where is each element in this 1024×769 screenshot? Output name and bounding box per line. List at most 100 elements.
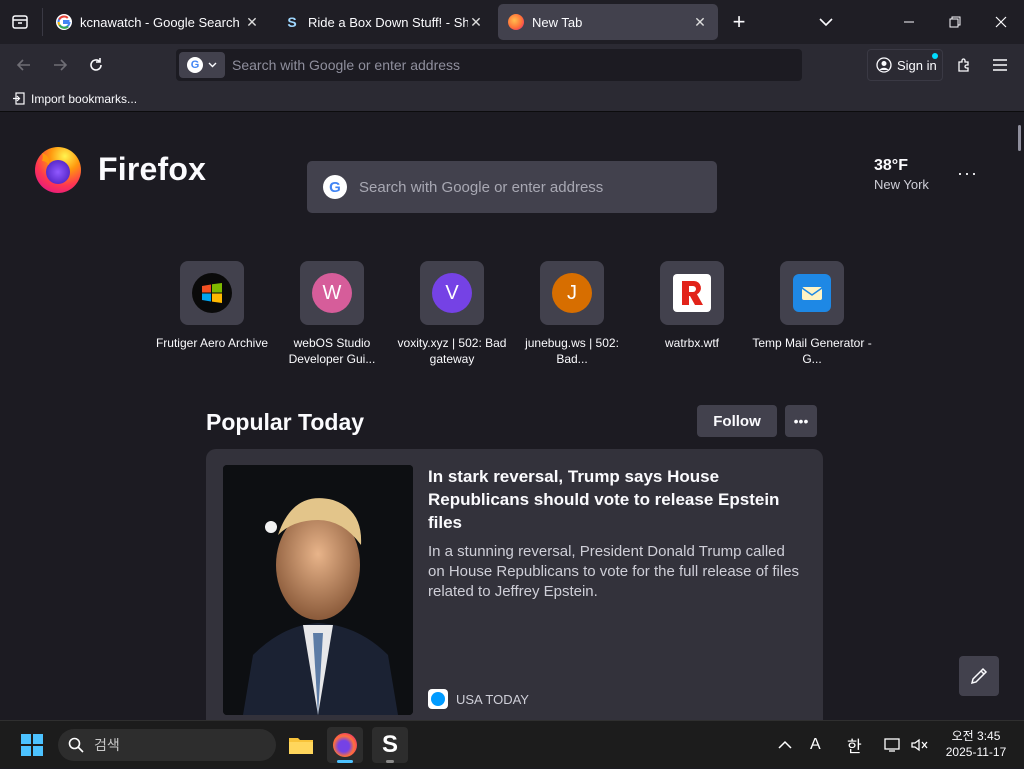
shortcut-tile[interactable]: V voxity.xyz | 502: Bad gateway bbox=[392, 261, 512, 367]
network-icon[interactable] bbox=[884, 721, 902, 769]
new-tab-button[interactable]: + bbox=[717, 0, 761, 44]
notification-dot bbox=[932, 53, 938, 59]
chevron-up-icon bbox=[778, 740, 792, 749]
shortcut-tile[interactable]: watrbx.wtf bbox=[632, 261, 752, 351]
show-hidden-icons-button[interactable] bbox=[778, 721, 792, 769]
app-menu-button[interactable] bbox=[986, 51, 1014, 79]
new-tab-search[interactable]: G Search with Google or enter address bbox=[307, 161, 717, 213]
roblox-r-icon bbox=[673, 274, 711, 312]
import-icon bbox=[13, 92, 25, 105]
navigation-toolbar: G Search with Google or enter address Si… bbox=[0, 44, 1024, 86]
tab-kcnawatch[interactable]: kcnawatch - Google Search ✕ bbox=[46, 4, 270, 40]
google-icon bbox=[56, 14, 72, 30]
back-button[interactable] bbox=[10, 51, 38, 79]
tab-title: kcnawatch - Google Search bbox=[80, 14, 240, 30]
taskbar-app-s[interactable]: S bbox=[372, 727, 408, 763]
tab-divider bbox=[42, 8, 43, 36]
bookmarks-toolbar: Import bookmarks... bbox=[0, 86, 1024, 112]
shortcut-icon-frame bbox=[180, 261, 244, 325]
url-input[interactable]: Search with Google or enter address bbox=[232, 57, 460, 73]
shortcut-tile[interactable]: Temp Mail Generator - G... bbox=[752, 261, 872, 367]
customize-button[interactable] bbox=[959, 656, 999, 696]
personalize-menu-button[interactable]: ··· bbox=[957, 163, 978, 184]
close-window-button[interactable] bbox=[978, 0, 1024, 44]
firefox-logo: Firefox bbox=[32, 143, 206, 195]
ellipsis-icon: ··· bbox=[957, 163, 978, 183]
shortcut-tile[interactable]: Frutiger Aero Archive bbox=[152, 261, 272, 351]
app-indicator bbox=[386, 760, 394, 763]
shortcut-label: voxity.xyz | 502: Bad gateway bbox=[397, 336, 507, 366]
shortcut-icon-frame bbox=[660, 261, 724, 325]
account-icon bbox=[876, 57, 892, 73]
forward-button[interactable] bbox=[46, 51, 74, 79]
new-tab-search-input[interactable]: Search with Google or enter address bbox=[359, 179, 603, 196]
mail-icon bbox=[793, 274, 831, 312]
input-mode-a[interactable]: A bbox=[810, 721, 821, 769]
scrollbar-thumb[interactable] bbox=[1018, 125, 1021, 151]
shortcut-label: watrbx.wtf bbox=[664, 336, 719, 350]
plus-icon: + bbox=[732, 9, 746, 34]
close-tab-icon[interactable]: ✕ bbox=[692, 14, 708, 31]
brand-wordmark: Firefox bbox=[98, 150, 207, 187]
s-logo-icon: S bbox=[381, 731, 398, 758]
section-title: Popular Today bbox=[206, 409, 365, 435]
pencil-icon bbox=[970, 667, 988, 685]
weather-temperature: 38°F bbox=[874, 157, 908, 174]
story-headline[interactable]: In stark reversal, Trump says House Repu… bbox=[428, 465, 798, 534]
story-source-label: USA TODAY bbox=[456, 691, 529, 707]
shortcut-label: Temp Mail Generator - G... bbox=[752, 336, 872, 366]
taskbar-file-explorer[interactable] bbox=[283, 727, 319, 763]
reload-icon bbox=[90, 58, 102, 71]
search-engine-selector[interactable]: G bbox=[179, 52, 225, 78]
chevron-down-icon bbox=[819, 18, 833, 27]
story-card[interactable]: In stark reversal, Trump says House Repu… bbox=[206, 449, 823, 720]
weather-city: New York bbox=[874, 177, 929, 192]
tab-ride-a-box[interactable]: S Ride a Box Down Stuff! - Shklu ✕ bbox=[274, 4, 494, 40]
reload-button[interactable] bbox=[82, 51, 110, 79]
tab-new-tab[interactable]: New Tab ✕ bbox=[498, 4, 718, 40]
start-button[interactable] bbox=[14, 727, 50, 763]
minimize-icon bbox=[904, 21, 914, 23]
system-clock[interactable]: 오전 3:45 2025-11-17 bbox=[936, 728, 1016, 760]
weather-widget[interactable]: 38°F New York bbox=[874, 157, 929, 192]
close-tab-icon[interactable]: ✕ bbox=[244, 14, 260, 31]
input-mode-han[interactable]: 한 bbox=[847, 721, 862, 769]
follow-button[interactable]: Follow bbox=[697, 405, 777, 437]
letter-avatar-icon: W bbox=[312, 273, 352, 313]
taskbar-firefox[interactable] bbox=[327, 727, 363, 763]
windows-flag-icon bbox=[192, 273, 232, 313]
story-image bbox=[223, 465, 413, 715]
new-tab-page: Firefox G Search with Google or enter ad… bbox=[0, 113, 1024, 720]
active-app-indicator bbox=[337, 760, 353, 763]
sign-in-label: Sign in bbox=[897, 57, 937, 73]
close-tab-icon[interactable]: ✕ bbox=[468, 14, 484, 31]
letter-avatar-icon: J bbox=[552, 273, 592, 313]
firefox-icon bbox=[508, 14, 524, 30]
taskbar-search[interactable]: 검색 bbox=[58, 729, 276, 761]
shortcut-label: Frutiger Aero Archive bbox=[155, 336, 269, 350]
shortcut-tile[interactable]: W webOS Studio Developer Gui... bbox=[272, 261, 392, 367]
shortcut-icon-frame: V bbox=[420, 261, 484, 325]
shortcut-label: junebug.ws | 502: Bad... bbox=[525, 336, 619, 366]
clock-date: 2025-11-17 bbox=[945, 745, 1007, 759]
extensions-button[interactable] bbox=[950, 51, 978, 79]
arrow-left-icon bbox=[16, 59, 30, 71]
volume-muted-icon[interactable] bbox=[910, 721, 928, 769]
list-all-tabs-button[interactable] bbox=[803, 0, 849, 44]
firefox-view-button[interactable] bbox=[0, 0, 40, 44]
usa-today-logo-icon bbox=[428, 689, 448, 709]
shortcut-icon-frame bbox=[780, 261, 844, 325]
google-icon: G bbox=[323, 175, 347, 199]
shortcut-tile[interactable]: J junebug.ws | 502: Bad... bbox=[512, 261, 632, 367]
section-menu-button[interactable]: ••• bbox=[785, 405, 817, 437]
import-bookmarks-link[interactable]: Import bookmarks... bbox=[31, 92, 137, 106]
taskbar-search-placeholder: 검색 bbox=[94, 737, 120, 753]
sign-in-button[interactable]: Sign in bbox=[867, 49, 943, 81]
minimize-button[interactable] bbox=[886, 0, 932, 44]
shortcut-label: webOS Studio Developer Gui... bbox=[288, 336, 376, 366]
address-bar[interactable]: G Search with Google or enter address bbox=[176, 49, 802, 81]
restore-button[interactable] bbox=[932, 0, 978, 44]
chevron-down-icon bbox=[208, 62, 217, 68]
close-icon bbox=[995, 16, 1007, 28]
firefox-icon bbox=[333, 733, 357, 757]
